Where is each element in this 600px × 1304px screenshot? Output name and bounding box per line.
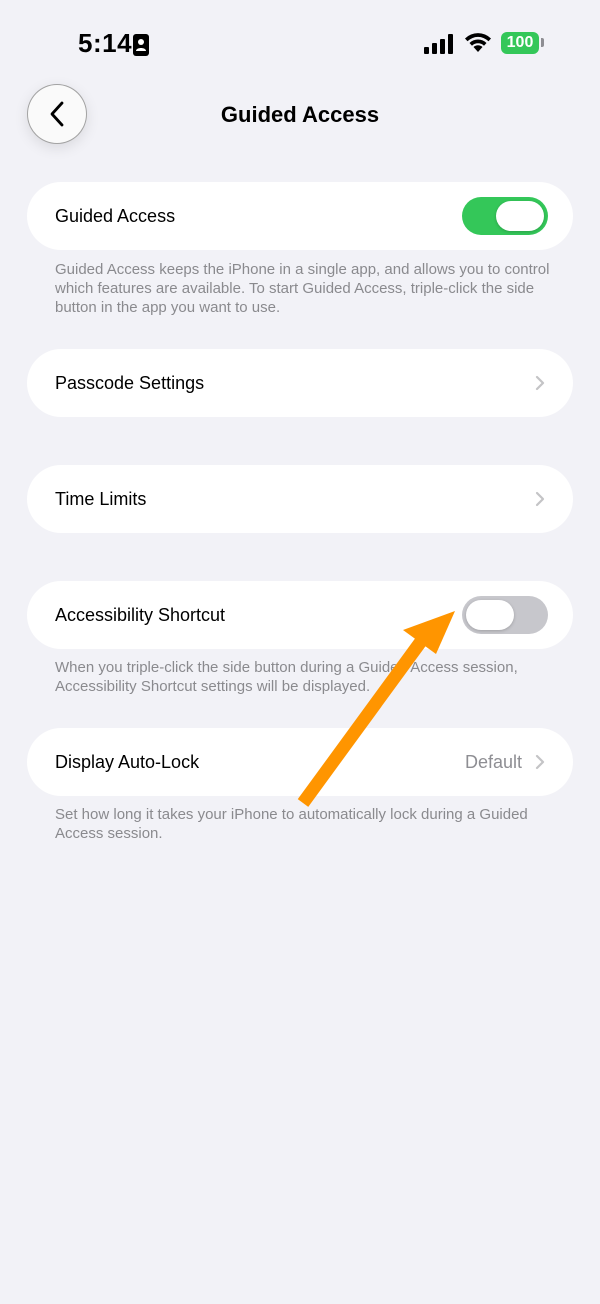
toggle-knob: [496, 201, 544, 231]
display-auto-lock-label: Display Auto-Lock: [55, 752, 200, 772]
page-title: Guided Access: [220, 102, 380, 127]
guided-access-toggle[interactable]: [462, 197, 548, 235]
chevron-right-icon: [535, 754, 545, 770]
display-auto-lock-footnote: Set how long it takes your iPhone to aut…: [55, 806, 528, 842]
display-auto-lock-value: Default: [464, 752, 522, 772]
cellular-signal-icon: [424, 34, 456, 59]
accessibility-shortcut-label: Accessibility Shortcut: [55, 605, 226, 625]
battery-icon: 100: [501, 32, 539, 54]
focus-person-icon: [133, 34, 149, 61]
chevron-right-icon: [535, 375, 545, 391]
toggle-knob: [466, 600, 514, 630]
time-limits-label: Time Limits: [55, 489, 147, 509]
guided-access-row: Guided Access: [27, 182, 573, 250]
accessibility-shortcut-row: Accessibility Shortcut: [27, 581, 573, 649]
guided-access-label: Guided Access: [55, 206, 176, 226]
guided-access-footnote: Guided Access keeps the iPhone in a sing…: [55, 261, 550, 316]
accessibility-shortcut-footnote: When you triple-click the side button du…: [55, 659, 518, 695]
status-bar: 5:14 100: [0, 0, 600, 90]
display-auto-lock-row[interactable]: Display Auto-Lock Default: [27, 728, 573, 796]
passcode-settings-label: Passcode Settings: [55, 373, 205, 393]
battery-cap: [541, 38, 544, 47]
time-limits-row[interactable]: Time Limits: [27, 465, 573, 533]
chevron-right-icon: [535, 491, 545, 507]
wifi-icon: [464, 31, 492, 58]
accessibility-shortcut-toggle[interactable]: [462, 596, 548, 634]
passcode-settings-row[interactable]: Passcode Settings: [27, 349, 573, 417]
status-time: 5:14: [78, 28, 133, 58]
